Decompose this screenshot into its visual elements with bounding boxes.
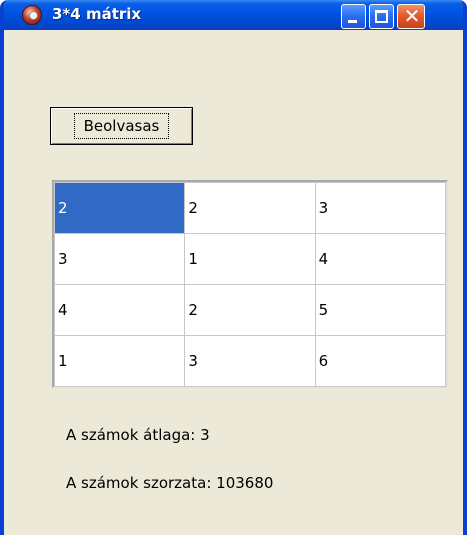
grid-cell[interactable]: 1 [53,335,186,387]
window-title: 3*4 mátrix [52,5,142,23]
grid-cell[interactable]: 3 [53,233,186,285]
grid-cell[interactable]: 2 [184,284,316,336]
app-icon[interactable] [22,5,42,25]
read-button-label: Beolvasas [73,113,170,139]
app-window: 3*4 mátrix ✕ Beolvasas 2 2 3 3 1 4 4 2 5… [0,0,467,535]
table-row: 2 2 3 [53,182,447,234]
close-icon: ✕ [403,4,421,28]
minimize-icon [348,20,357,23]
read-button[interactable]: Beolvasas [50,107,193,145]
average-label: A számok átlaga: 3 [66,426,210,444]
close-button[interactable]: ✕ [397,4,425,29]
grid-cell[interactable]: 2 [53,182,186,234]
maximize-button[interactable] [369,4,394,29]
grid-cell[interactable]: 4 [53,284,186,336]
minimize-button[interactable] [341,4,366,29]
grid-cell[interactable]: 3 [184,335,316,387]
product-label: A számok szorzata: 103680 [66,474,274,492]
title-bar[interactable]: 3*4 mátrix ✕ [4,0,463,30]
matrix-table: 2 2 3 3 1 4 4 2 5 1 3 6 [53,182,447,387]
table-row: 1 3 6 [53,335,447,387]
maximize-icon [375,10,388,23]
grid-cell[interactable]: 4 [314,233,447,285]
matrix-grid[interactable]: 2 2 3 3 1 4 4 2 5 1 3 6 [52,180,448,388]
table-row: 4 2 5 [53,284,447,336]
grid-cell[interactable]: 1 [184,233,316,285]
table-row: 3 1 4 [53,233,447,285]
grid-cell[interactable]: 5 [314,284,447,336]
grid-cell[interactable]: 3 [314,182,447,234]
grid-cell[interactable]: 6 [314,335,447,387]
grid-cell[interactable]: 2 [184,182,316,234]
